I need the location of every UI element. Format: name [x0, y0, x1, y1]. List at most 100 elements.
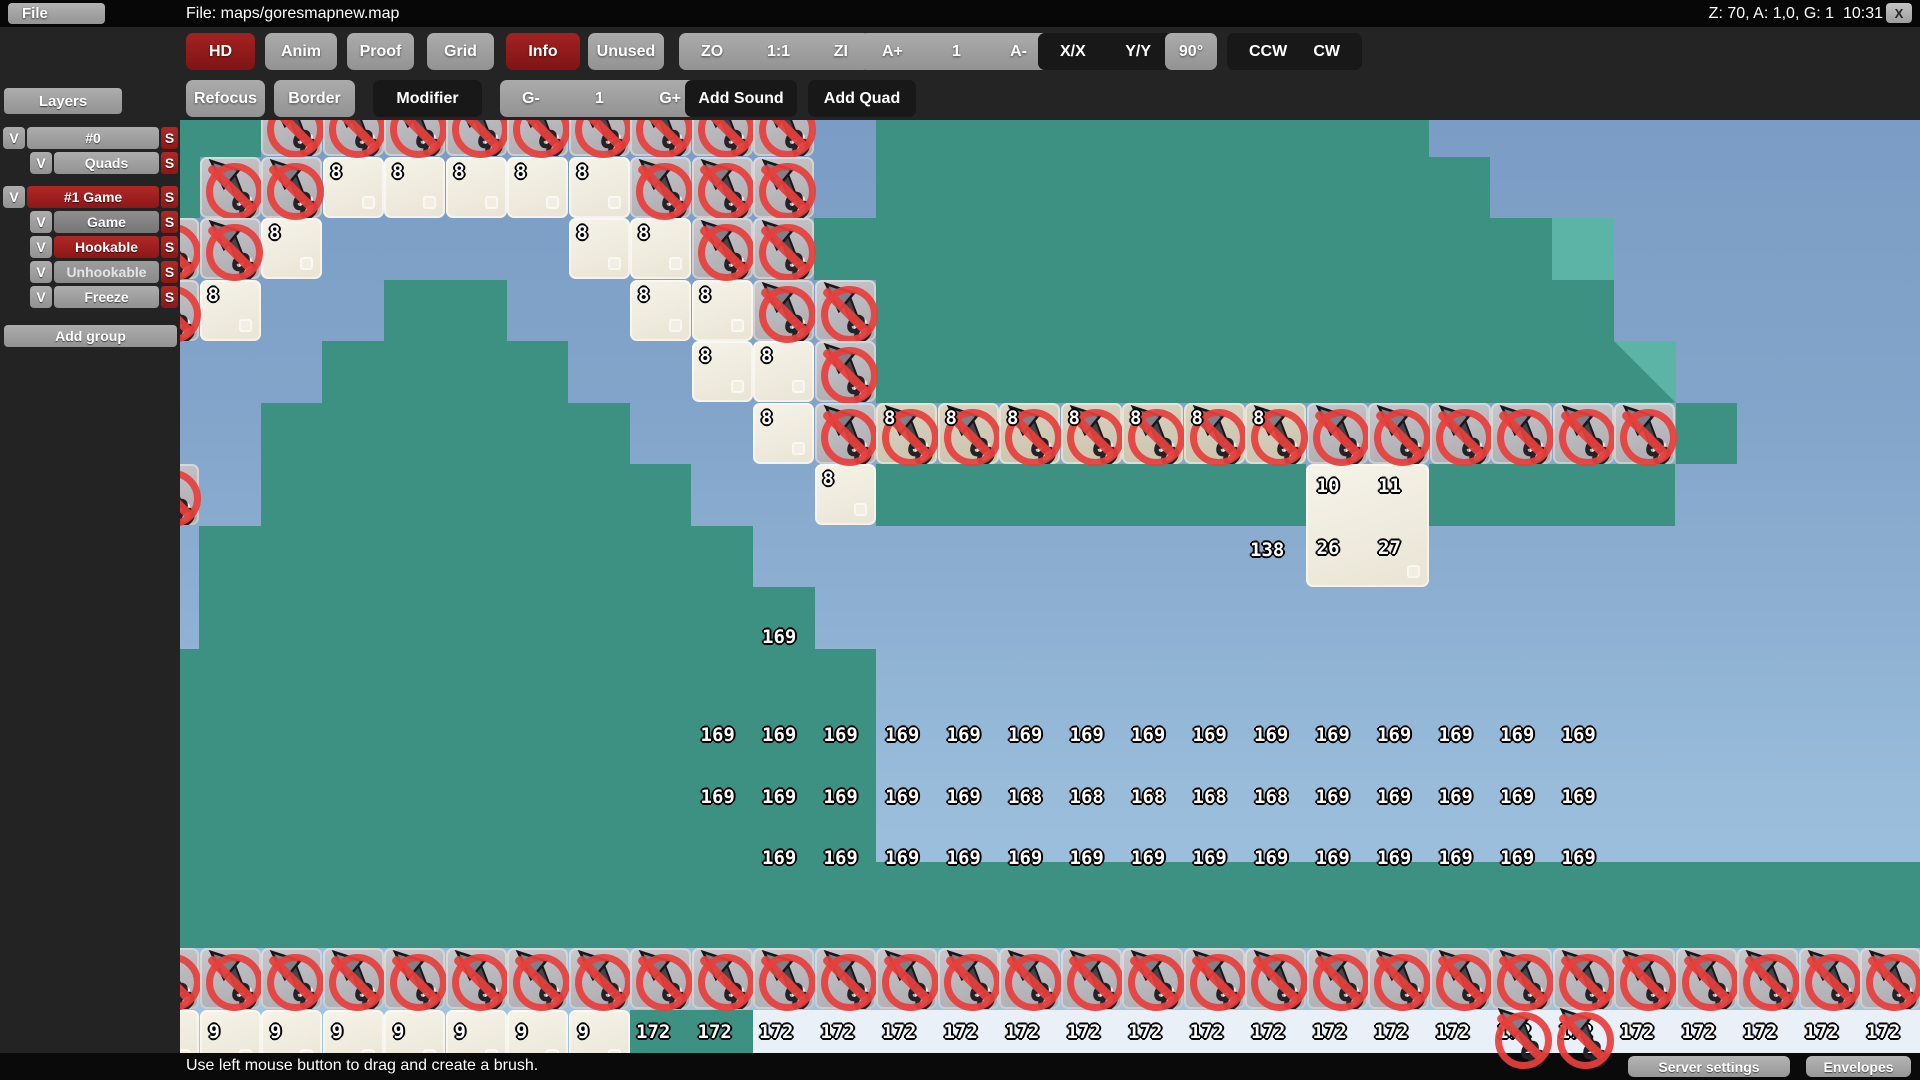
toolbar-segment-1[interactable]: 1 — [944, 43, 969, 61]
noentry-hook-icon — [815, 280, 876, 341]
toolbar-button-proof[interactable]: Proof — [347, 33, 414, 70]
toolbar-button-modifier[interactable]: Modifier — [373, 80, 482, 117]
tile-index-number: 8 — [700, 286, 711, 305]
game-tile-number: 169 — [947, 788, 981, 807]
map-tile — [180, 1010, 199, 1054]
game-tile-number: 9 — [332, 1023, 343, 1042]
game-tile-number: 169 — [701, 788, 735, 807]
layer-shared-toggle[interactable]: S — [161, 211, 178, 233]
toolbar-button-grid[interactable]: Grid — [427, 33, 494, 70]
noentry-hook-icon — [692, 948, 753, 1009]
toolbar-segment-ccw[interactable]: CCW — [1241, 43, 1295, 61]
terrain-rect — [876, 280, 1614, 342]
envelopes-button[interactable]: Envelopes — [1806, 1056, 1911, 1077]
tile-index-number: 8 — [1007, 409, 1018, 428]
map-canvas[interactable]: 8888888888888888888888169169169169169169… — [180, 120, 1920, 1053]
layer-visibility-toggle[interactable]: V — [30, 261, 52, 283]
tile-index-number: 8 — [1130, 409, 1141, 428]
noentry-hook-icon — [753, 280, 814, 341]
tile-index-number: 8 — [208, 286, 219, 305]
layer-row-game[interactable]: Game — [54, 211, 159, 233]
add-group-button[interactable]: Add group — [4, 325, 177, 347]
toolbar-segment-1[interactable]: 1 — [587, 90, 612, 108]
terrain-rect — [876, 464, 1306, 526]
toolbar-button-refocus[interactable]: Refocus — [186, 80, 265, 117]
close-button[interactable]: X — [1886, 3, 1912, 23]
noentry-hook-icon — [1491, 948, 1552, 1009]
layer-row-unhookable[interactable]: Unhookable — [54, 261, 159, 283]
game-tile-number: 168 — [1193, 788, 1227, 807]
layer-row-0[interactable]: #0 — [27, 127, 159, 149]
toolbar-button-border[interactable]: Border — [274, 80, 355, 117]
server-settings-button[interactable]: Server settings — [1628, 1056, 1790, 1077]
noentry-hook-icon — [1614, 403, 1675, 464]
toolbar-button-90[interactable]: 90° — [1165, 33, 1217, 70]
toolbar-segment-cw[interactable]: CW — [1305, 43, 1348, 61]
layer-visibility-toggle[interactable]: V — [3, 186, 25, 208]
game-tile-number: 169 — [1377, 788, 1411, 807]
game-tile-number: 169 — [1070, 726, 1104, 745]
noentry-hook-icon — [1061, 948, 1122, 1009]
tile-index-number: 8 — [577, 163, 588, 182]
layer-shared-toggle[interactable]: S — [161, 236, 178, 258]
layer-row-quads[interactable]: Quads — [54, 152, 159, 174]
game-tile-number: 169 — [701, 726, 735, 745]
tile-index-number: 8 — [761, 347, 772, 366]
terrain-rect — [180, 120, 261, 157]
toolbar-segment-g+[interactable]: G+ — [651, 90, 689, 108]
layer-shared-toggle[interactable]: S — [161, 286, 178, 308]
noentry-hook-icon — [753, 218, 814, 279]
game-tile-number: 169 — [1131, 849, 1165, 868]
noentry-hook-icon — [1737, 948, 1798, 1009]
game-tile-number: 169 — [885, 788, 919, 807]
toolbar-button-addquad[interactable]: Add Quad — [808, 80, 916, 117]
game-tile-number: 169 — [824, 788, 858, 807]
toolbar-segment-a-[interactable]: A- — [1002, 43, 1035, 61]
toolbar-button-hd[interactable]: HD — [186, 33, 255, 70]
tile-index-number: 8 — [269, 224, 280, 243]
game-tile-number: 169 — [1500, 849, 1534, 868]
toolbar-segment-zi[interactable]: ZI — [826, 43, 856, 61]
toolbar-segment-xx[interactable]: X/X — [1052, 43, 1094, 61]
layer-visibility-toggle[interactable]: V — [30, 236, 52, 258]
layer-row-1game[interactable]: #1 Game — [27, 186, 159, 208]
game-tile-number: 169 — [1316, 788, 1350, 807]
toolbar-button-addsound[interactable]: Add Sound — [685, 80, 797, 117]
game-tile-number: 172 — [636, 1023, 670, 1042]
noentry-hook-icon — [261, 948, 322, 1009]
layer-shared-toggle[interactable]: S — [161, 127, 178, 149]
noentry-hook-icon — [323, 120, 384, 156]
toolbar-segment-zo[interactable]: ZO — [693, 43, 731, 61]
game-tile-number: 168 — [1131, 788, 1165, 807]
noentry-hook-icon — [569, 948, 630, 1009]
layer-visibility-toggle[interactable]: V — [30, 286, 52, 308]
noentry-hook-icon — [1614, 948, 1675, 1009]
toolbar-button-info[interactable]: Info — [506, 33, 580, 70]
toolbar-button-unused[interactable]: Unused — [588, 33, 664, 70]
layer-visibility-toggle[interactable]: V — [30, 211, 52, 233]
tile-index-number: 8 — [700, 347, 711, 366]
toolbar-segment-11[interactable]: 1:1 — [759, 43, 798, 61]
game-tile-number: 172 — [1005, 1023, 1039, 1042]
toolbar-segment-g-[interactable]: G- — [514, 90, 548, 108]
game-tile-number: 169 — [1500, 726, 1534, 745]
toolbar-button-anim[interactable]: Anim — [265, 33, 337, 70]
layer-shared-toggle[interactable]: S — [161, 186, 178, 208]
layer-visibility-toggle[interactable]: V — [3, 127, 25, 149]
toolbar-segment-yy[interactable]: Y/Y — [1117, 43, 1159, 61]
toolbar-segment-a+[interactable]: A+ — [874, 43, 911, 61]
game-tile-number: 169 — [1131, 726, 1165, 745]
layer-shared-toggle[interactable]: S — [161, 152, 178, 174]
game-tile-number: 172 — [698, 1023, 732, 1042]
terrain-rect — [1676, 403, 1738, 465]
layer-visibility-toggle[interactable]: V — [30, 152, 52, 174]
layers-panel-header[interactable]: Layers — [4, 88, 122, 114]
file-menu-button[interactable]: File — [8, 3, 105, 24]
layer-row-freeze[interactable]: Freeze — [54, 286, 159, 308]
terrain-slope-triangle — [1614, 341, 1676, 403]
game-tile-number: 172 — [1682, 1023, 1716, 1042]
tile-index-number: 8 — [638, 224, 649, 243]
layer-row-hookable[interactable]: Hookable — [54, 236, 159, 258]
layer-shared-toggle[interactable]: S — [161, 261, 178, 283]
game-tile-number: 168 — [1070, 788, 1104, 807]
